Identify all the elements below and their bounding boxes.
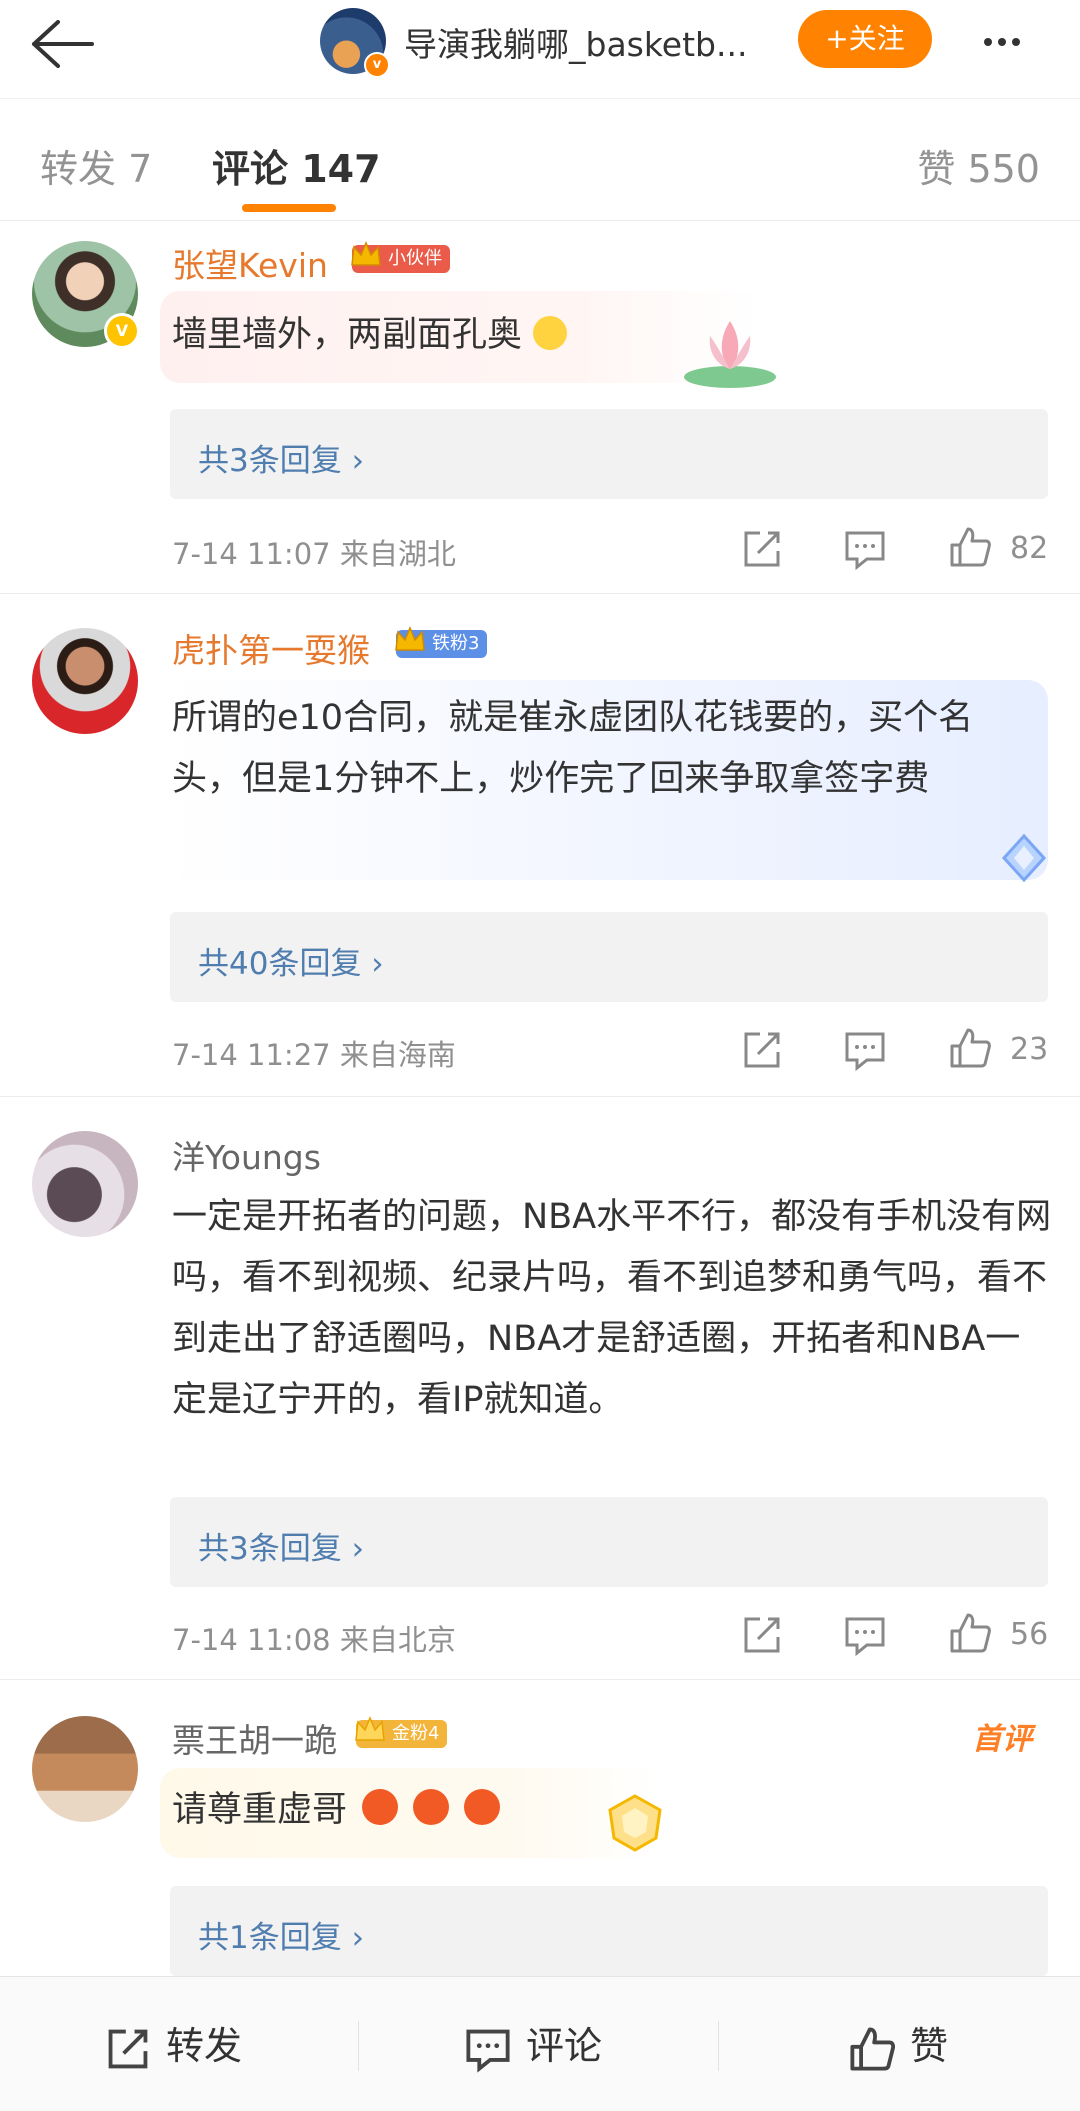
comment-item: V 张望Kevin 小伙伴 墙里墙外，两副面孔奥 共3条回复 › 7-14 11… bbox=[0, 221, 1080, 594]
thumbs-up-icon[interactable] bbox=[948, 1026, 992, 1070]
avatar[interactable] bbox=[32, 1716, 138, 1822]
author-name[interactable]: 导演我躺哪_basketb... bbox=[404, 18, 774, 66]
comment-text-content: 墙里墙外，两副面孔奥 bbox=[172, 315, 523, 355]
tab-repost[interactable]: 转发 7 bbox=[40, 138, 152, 193]
fan-badge-label: 金粉4 bbox=[392, 1723, 440, 1744]
diamond-decoration-icon bbox=[1001, 833, 1047, 883]
comment-text-content: 请尊重虚哥 bbox=[172, 1790, 348, 1830]
gem-decoration-icon bbox=[608, 1794, 662, 1852]
thumbs-up-icon[interactable] bbox=[948, 525, 992, 569]
active-tab-indicator bbox=[242, 204, 336, 212]
tab-bar: 转发 7 评论 147 赞 550 bbox=[0, 98, 1080, 221]
replies-count: 共3条回复 › bbox=[198, 443, 364, 479]
avatar[interactable] bbox=[32, 628, 138, 734]
comment-icon[interactable] bbox=[843, 1028, 887, 1072]
replies-count: 共40条回复 › bbox=[198, 946, 384, 982]
share-icon bbox=[108, 2029, 148, 2068]
tab-comment[interactable]: 评论 147 bbox=[212, 138, 381, 193]
verified-icon: v bbox=[364, 52, 390, 78]
fan-badge: 小伙伴 bbox=[351, 241, 450, 273]
tab-like[interactable]: 赞 550 bbox=[917, 138, 1040, 193]
comment-label: 评论 bbox=[526, 2024, 603, 2068]
top-nav-bar: v 导演我躺哪_basketb... +关注 bbox=[0, 0, 1080, 99]
share-icon[interactable] bbox=[740, 1028, 784, 1072]
author-avatar[interactable]: v bbox=[320, 8, 390, 78]
replies-link[interactable]: 共3条回复 › bbox=[170, 1497, 1048, 1587]
comment-text: 一定是开拓者的问题，NBA水平不行，都没有手机没有网吗，看不到视频、纪录片吗，看… bbox=[172, 1197, 1052, 1420]
replies-count: 共1条回复 › bbox=[198, 1920, 364, 1956]
smirk-emoji-icon bbox=[533, 316, 568, 350]
back-arrow-icon[interactable] bbox=[24, 14, 96, 74]
like-count: 23 bbox=[1010, 1032, 1049, 1067]
fan-badge: 金粉4 bbox=[355, 1716, 448, 1748]
avatar[interactable] bbox=[32, 1131, 138, 1237]
verified-icon: V bbox=[104, 313, 140, 349]
comment-button[interactable]: 评论 bbox=[464, 2015, 602, 2073]
fan-badge-label: 小伙伴 bbox=[388, 248, 442, 269]
crown-icon bbox=[355, 1716, 385, 1741]
comment-username[interactable]: 票王胡一跪 bbox=[172, 1714, 337, 1762]
thumbs-up-icon bbox=[850, 2026, 896, 2071]
repost-label: 转发 bbox=[166, 2024, 243, 2068]
repost-button[interactable]: 转发 bbox=[104, 2015, 242, 2073]
comment-icon[interactable] bbox=[843, 527, 887, 571]
divider bbox=[718, 2021, 719, 2071]
replies-link[interactable]: 共1条回复 › bbox=[170, 1886, 1048, 1976]
like-label: 赞 bbox=[910, 2024, 949, 2068]
comment-username[interactable]: 张望Kevin bbox=[172, 239, 328, 287]
crown-icon bbox=[351, 241, 381, 266]
like-count: 56 bbox=[1010, 1617, 1049, 1652]
comment-username[interactable]: 虎扑第一耍猴 bbox=[172, 624, 370, 672]
fan-badge-label: 铁粉3 bbox=[432, 633, 480, 654]
comment-text: 所谓的e10合同，就是崔永虚团队花钱要的，买个名头，但是1分钟不上，炒作完了回来… bbox=[172, 698, 974, 799]
lotus-decoration-icon bbox=[684, 321, 776, 388]
angry-emoji-icon bbox=[413, 1789, 450, 1825]
replies-link[interactable]: 共3条回复 › bbox=[170, 409, 1048, 499]
comment-item: 虎扑第一耍猴 铁粉3 所谓的e10合同，就是崔永虚团队花钱要的，买个名头，但是1… bbox=[0, 594, 1080, 1097]
first-comment-tag: 首评 bbox=[972, 1722, 1032, 1757]
comment-item: 洋Youngs 一定是开拓者的问题，NBA水平不行，都没有手机没有网吗，看不到视… bbox=[0, 1097, 1080, 1680]
bottom-action-bar: 转发 评论 赞 bbox=[0, 1976, 1080, 2111]
comment-text: 墙里墙外，两副面孔奥 bbox=[172, 305, 1042, 366]
comment-username[interactable]: 洋Youngs bbox=[172, 1131, 321, 1179]
divider bbox=[358, 2021, 359, 2071]
like-button[interactable]: 赞 bbox=[848, 2015, 948, 2073]
follow-button[interactable]: +关注 bbox=[798, 10, 932, 68]
comment-meta: 7-14 11:08 来自北京 bbox=[172, 1623, 456, 1657]
more-options-icon[interactable] bbox=[984, 22, 1054, 62]
like-count: 82 bbox=[1010, 531, 1049, 566]
share-icon[interactable] bbox=[740, 527, 784, 571]
share-icon[interactable] bbox=[740, 1613, 784, 1657]
comment-meta: 7-14 11:07 来自湖北 bbox=[172, 537, 456, 571]
comment-icon bbox=[466, 2029, 510, 2073]
replies-link[interactable]: 共40条回复 › bbox=[170, 912, 1048, 1002]
crown-icon bbox=[395, 626, 425, 651]
replies-count: 共3条回复 › bbox=[198, 1531, 364, 1567]
thumbs-up-icon[interactable] bbox=[948, 1611, 992, 1655]
comment-meta: 7-14 11:27 来自海南 bbox=[172, 1038, 456, 1072]
comment-icon[interactable] bbox=[843, 1613, 887, 1657]
angry-emoji-icon bbox=[464, 1789, 501, 1825]
angry-emoji-icon bbox=[362, 1789, 399, 1825]
fan-badge: 铁粉3 bbox=[395, 626, 488, 658]
comment-item: 票王胡一跪 金粉4 首评 请尊重虚哥 共1条回复 › bbox=[0, 1680, 1080, 1976]
